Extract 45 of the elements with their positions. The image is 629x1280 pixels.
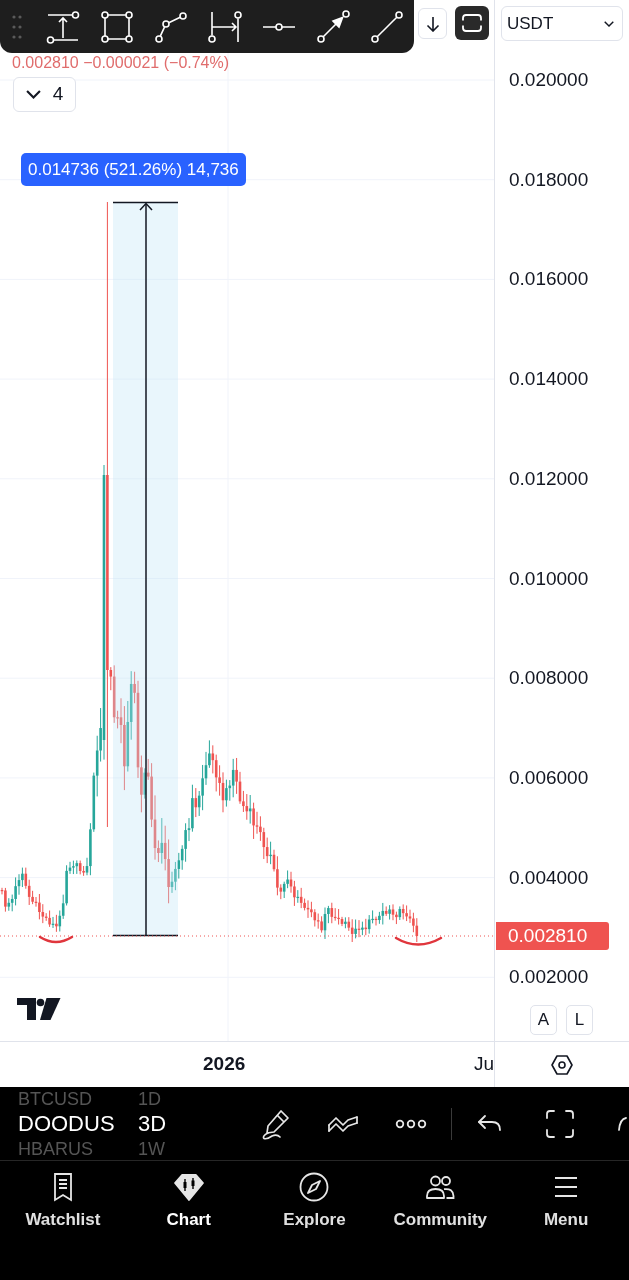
arrow-down-icon [425, 15, 440, 32]
frame-icon [462, 14, 482, 32]
rectangle-icon[interactable] [99, 8, 135, 45]
drag-handle-icon[interactable] [12, 14, 22, 39]
nav-tab[interactable]: Explore [251, 1161, 378, 1280]
pen-icon[interactable] [260, 1107, 292, 1140]
scale-button[interactable]: A [530, 1005, 557, 1035]
nav-tab[interactable]: Menu [503, 1161, 629, 1280]
settings-icon[interactable] [551, 1053, 573, 1076]
trend-line-icon[interactable] [369, 8, 405, 45]
price-label: 0.002000 [509, 965, 589, 990]
curve-icon[interactable] [618, 1116, 627, 1131]
price-label: 0.014000 [509, 367, 589, 392]
collapse-button[interactable]: 4 [13, 77, 76, 112]
vertical-range-icon[interactable] [45, 8, 81, 45]
fullscreen-icon[interactable] [544, 1107, 576, 1140]
price-label: 0.016000 [509, 267, 589, 292]
interval-label[interactable]: 3D [138, 1109, 167, 1138]
logo-icon [17, 998, 61, 1020]
current-price-label: 0.002810 [496, 922, 609, 950]
arrow-icon[interactable] [315, 8, 351, 45]
price-label: 0.006000 [509, 765, 589, 790]
symbol-name[interactable]: DOODUS [18, 1109, 138, 1138]
price-label: 0.008000 [509, 666, 589, 691]
chevron-down-icon [25, 90, 41, 99]
arc-mark [38, 935, 74, 944]
time-label: 2026 [203, 1052, 246, 1076]
measure-label: 0.014736 (521.26%) 14,736 [21, 153, 246, 186]
price-legend: 0.002810 −0.000021 (−0.74%) [12, 54, 230, 72]
arc-mark [394, 936, 443, 946]
price-label: 0.018000 [509, 167, 589, 192]
price-label: 0.020000 [509, 68, 589, 92]
price-label: 0.004000 [509, 865, 589, 890]
chevron-down-icon [604, 20, 614, 27]
nav-tab[interactable]: Watchlist [0, 1161, 126, 1280]
price-label: 0.012000 [509, 466, 589, 491]
scroll-down-button[interactable] [418, 8, 447, 39]
scale-button[interactable]: L [566, 1005, 593, 1035]
price-label: 0.010000 [509, 566, 589, 591]
horizontal-range-icon[interactable] [207, 8, 243, 45]
currency-select[interactable]: USDT [501, 6, 623, 41]
time-label: Ju [474, 1052, 495, 1076]
frame-toggle-button[interactable] [455, 6, 489, 40]
nav-tab[interactable]: Community [377, 1161, 504, 1280]
nav-tab[interactable]: Chart [125, 1161, 252, 1280]
